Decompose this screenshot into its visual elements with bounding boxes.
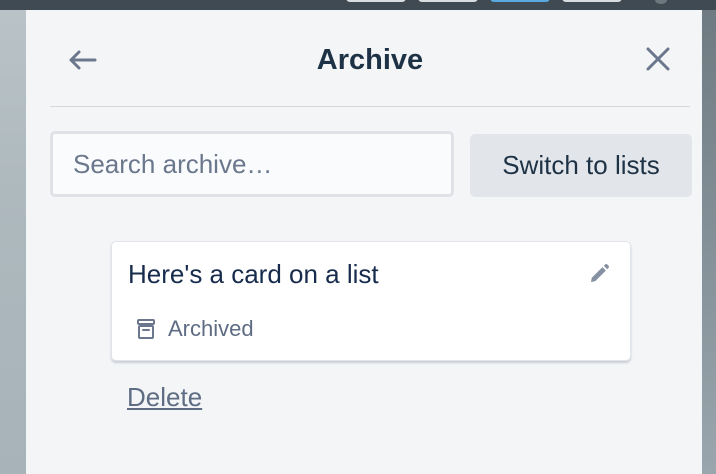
header-button[interactable] xyxy=(418,0,478,2)
search-input[interactable] xyxy=(50,131,454,197)
pencil-icon[interactable] xyxy=(586,261,612,287)
archived-badge: Archived xyxy=(136,314,254,344)
switch-to-lists-button[interactable]: Switch to lists xyxy=(470,134,692,197)
close-button[interactable] xyxy=(640,41,676,77)
header-button[interactable] xyxy=(490,0,550,2)
header-button[interactable] xyxy=(562,0,622,2)
archive-box-icon xyxy=(137,319,155,339)
archived-card[interactable]: Here's a card on a list Archived xyxy=(111,241,631,361)
top-header-strip xyxy=(0,0,716,10)
archive-header: Archive xyxy=(50,10,690,107)
page-title: Archive xyxy=(316,44,424,76)
delete-link[interactable]: Delete xyxy=(127,382,202,413)
board-edge xyxy=(702,10,716,474)
header-avatar[interactable] xyxy=(655,0,667,4)
archive-panel: Archive Switch to lists Here's a card on… xyxy=(26,10,702,474)
card-status: Archived xyxy=(168,316,254,341)
close-icon xyxy=(646,47,670,71)
header-button[interactable] xyxy=(346,0,406,2)
card-title: Here's a card on a list xyxy=(128,259,379,289)
